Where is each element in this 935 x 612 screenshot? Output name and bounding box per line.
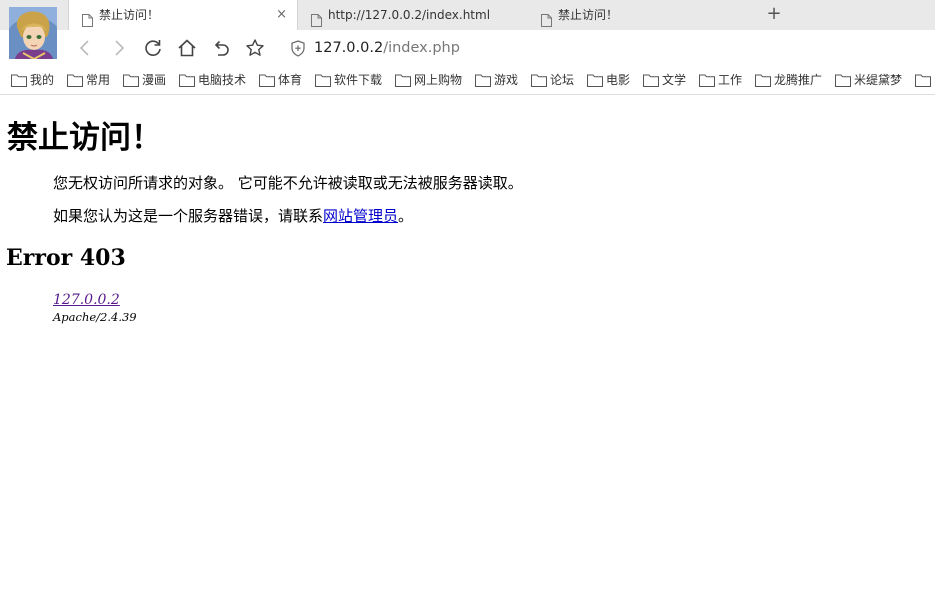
bookmark-folder[interactable]: 网上购物	[395, 71, 462, 89]
bookmark-folder[interactable]: 文学	[643, 71, 686, 89]
bookmarks-bar: 我的 常用 漫画 电脑技术 体育 软件下载 网上购物 游戏 论坛 电影 文学 工…	[0, 65, 935, 95]
bookmark-label: 漫画	[142, 73, 167, 87]
bookmark-folder[interactable]: 软件下载	[315, 71, 382, 89]
bookmark-label: 常用	[86, 73, 111, 87]
bookmark-label: 米缇黛梦	[854, 73, 903, 87]
tab-index-html[interactable]: http://127.0.0.2/index.html	[298, 0, 524, 30]
home-icon[interactable]	[176, 37, 198, 59]
server-signature: 127.0.0.2 Apache/2.4.39	[53, 292, 137, 324]
url-text[interactable]: 127.0.0.2/index.php	[314, 37, 460, 59]
folder-icon	[315, 74, 331, 87]
user-avatar[interactable]	[9, 7, 57, 59]
url-path: /index.php	[383, 40, 460, 56]
server-software: Apache/2.4.39	[53, 310, 137, 324]
folder-icon	[179, 74, 195, 87]
tab-title: 禁止访问！	[99, 8, 160, 22]
bookmark-label: 游戏	[494, 73, 519, 87]
folder-icon	[395, 74, 411, 87]
folder-icon	[123, 74, 139, 87]
tab-active[interactable]: 禁止访问！ ×	[68, 0, 298, 30]
bookmark-label: 电脑技术	[198, 73, 247, 87]
new-tab-button[interactable]: +	[766, 3, 782, 25]
close-icon[interactable]: ×	[276, 0, 287, 30]
error-code-heading: Error 403	[6, 245, 126, 271]
back-icon[interactable]	[74, 37, 96, 59]
bookmark-folder[interactable]: 电影	[587, 71, 630, 89]
bookmark-label: 论坛	[550, 73, 575, 87]
tab-title: 禁止访问！	[558, 8, 619, 22]
reload-icon[interactable]	[142, 37, 164, 59]
tab-strip: 禁止访问！ × http://127.0.0.2/index.html 禁止访问…	[0, 0, 935, 30]
bookmark-folder[interactable]: 米缇黛梦	[835, 71, 902, 89]
contact-suffix: 。	[398, 207, 414, 225]
bookmark-folder[interactable]: 龙腾推广	[755, 71, 822, 89]
page-content: 禁止访问！ 您无权访问所请求的对象。 它可能不允许被读取或无法被服务器读取。 如…	[0, 95, 935, 612]
bookmark-label: 龙腾推广	[774, 73, 823, 87]
bookmark-label: 网上购物	[414, 73, 463, 87]
forward-icon[interactable]	[108, 37, 130, 59]
tab-forbidden[interactable]: 禁止访问！	[528, 0, 754, 30]
folder-icon	[643, 74, 659, 87]
folder-icon	[699, 74, 715, 87]
webmaster-link[interactable]: 网站管理员	[323, 207, 398, 225]
tab-title: http://127.0.0.2/index.html	[328, 8, 491, 22]
folder-icon	[259, 74, 275, 87]
folder-icon	[835, 74, 851, 87]
navigation-bar: 127.0.0.2/index.php	[0, 30, 935, 65]
bookmark-folder[interactable]: 体育	[259, 71, 302, 89]
bookmark-label: 工作	[718, 73, 743, 87]
bookmark-label: 体育	[278, 73, 303, 87]
bookmark-label: 电影	[606, 73, 631, 87]
bookmark-folder[interactable]: 工作	[699, 71, 742, 89]
contact-prefix: 如果您认为这是一个服务器错误，请联系	[53, 207, 324, 225]
shield-icon[interactable]	[290, 40, 306, 64]
favorite-star-icon[interactable]	[244, 37, 266, 59]
url-host: 127.0.0.2	[314, 40, 384, 56]
folder-icon	[915, 74, 931, 87]
bookmark-label: 我的	[30, 73, 55, 87]
folder-icon	[11, 74, 27, 87]
contact-message: 如果您认为这是一个服务器错误，请联系网站管理员。	[53, 205, 413, 226]
bookmark-folder[interactable]: 常用	[67, 71, 110, 89]
server-host-link[interactable]: 127.0.0.2	[53, 292, 137, 308]
bookmark-folder-overflow[interactable]	[915, 71, 934, 89]
folder-icon	[67, 74, 83, 87]
bookmark-folder[interactable]: 论坛	[531, 71, 574, 89]
bookmark-folder[interactable]: 我的	[11, 71, 54, 89]
undo-close-tab-icon[interactable]	[210, 37, 232, 59]
page-heading: 禁止访问！	[7, 120, 162, 156]
forbidden-message: 您无权访问所请求的对象。 它可能不允许被读取或无法被服务器读取。	[53, 174, 523, 192]
folder-icon	[755, 74, 771, 87]
bookmark-label: 文学	[662, 73, 687, 87]
bookmark-folder[interactable]: 电脑技术	[179, 71, 246, 89]
bookmark-label: 软件下载	[334, 73, 383, 87]
folder-icon	[531, 74, 547, 87]
bookmark-folder[interactable]: 漫画	[123, 71, 166, 89]
bookmark-folder[interactable]: 游戏	[475, 71, 518, 89]
folder-icon	[475, 74, 491, 87]
folder-icon	[587, 74, 603, 87]
